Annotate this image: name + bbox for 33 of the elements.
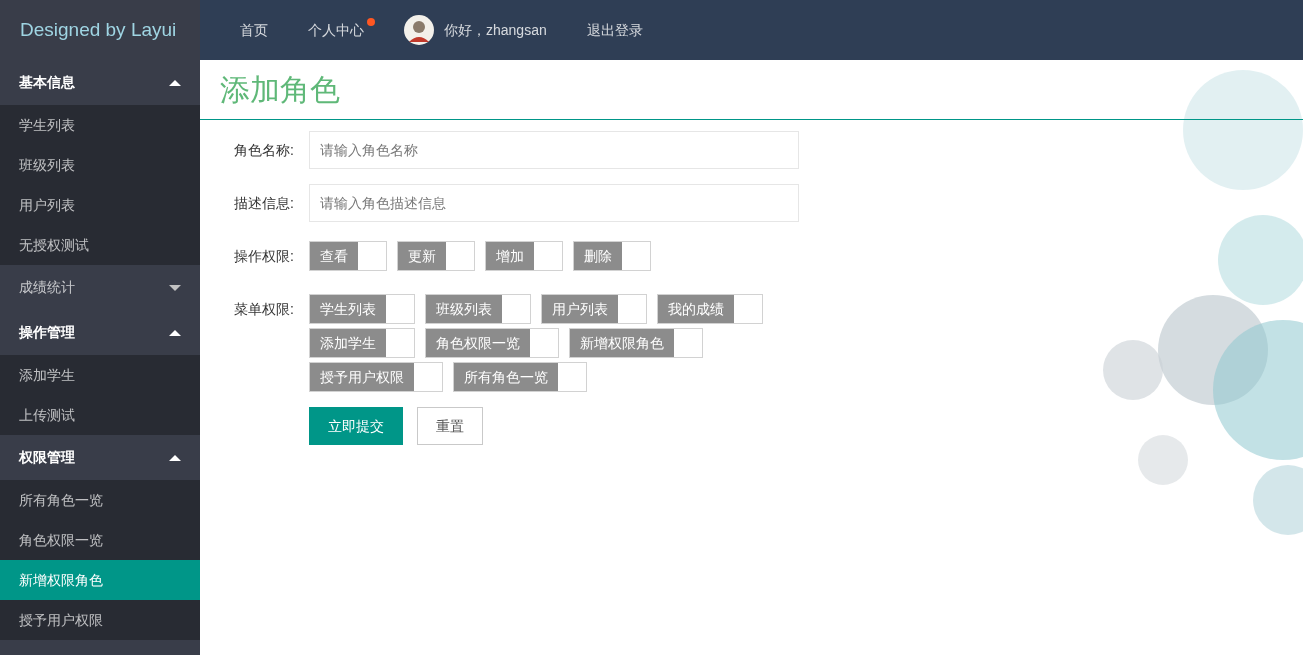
logo-text: Designed by Layui	[20, 17, 177, 42]
submit-button[interactable]: 立即提交	[309, 407, 403, 445]
sidebar-item[interactable]: 学生列表	[0, 105, 200, 145]
sidebar-item[interactable]: 上传测试	[0, 395, 200, 435]
nav-link[interactable]: 首页	[240, 19, 268, 41]
sidebar-item[interactable]: 角色权限一览	[0, 520, 200, 560]
caret-down-icon	[169, 284, 181, 291]
form-label: 描述信息:	[233, 194, 295, 213]
sidebar-item[interactable]: 用户列表	[0, 185, 200, 225]
sidebar-item[interactable]: 无授权测试	[0, 225, 200, 265]
reset-button[interactable]: 重置	[417, 407, 483, 445]
sidebar-item[interactable]: 班级列表	[0, 145, 200, 185]
form-label: 角色名称:	[233, 141, 295, 160]
user-menu[interactable]: 你好，zhangsan	[404, 15, 547, 45]
form-label: 操作权限:	[233, 247, 295, 266]
sidebar-item[interactable]: 授予用户权限	[0, 600, 200, 640]
sidebar-group[interactable]: 权限管理	[0, 435, 200, 480]
sidebar-group[interactable]: 基本信息	[0, 60, 200, 105]
sidebar-group[interactable]: 成绩统计	[0, 265, 200, 310]
sidebar-group[interactable]: 操作管理	[0, 310, 200, 355]
sidebar-item[interactable]: 所有角色一览	[0, 480, 200, 520]
caret-up-icon	[169, 79, 181, 86]
text-input[interactable]: 请输入角色描述信息	[309, 184, 799, 222]
caret-up-icon	[169, 329, 181, 336]
sidebar-item[interactable]: 新增权限角色	[0, 560, 200, 600]
form-label: 菜单权限:	[233, 300, 295, 319]
caret-up-icon	[169, 454, 181, 461]
page-title: 添加角色	[220, 72, 340, 108]
sidebar-item[interactable]: 添加学生	[0, 355, 200, 395]
text-input[interactable]: 请输入角色名称	[309, 131, 799, 169]
nav-link[interactable]: 个人中心	[308, 19, 364, 41]
nav-link[interactable]: 退出登录	[586, 19, 643, 41]
avatar-icon	[404, 15, 434, 45]
